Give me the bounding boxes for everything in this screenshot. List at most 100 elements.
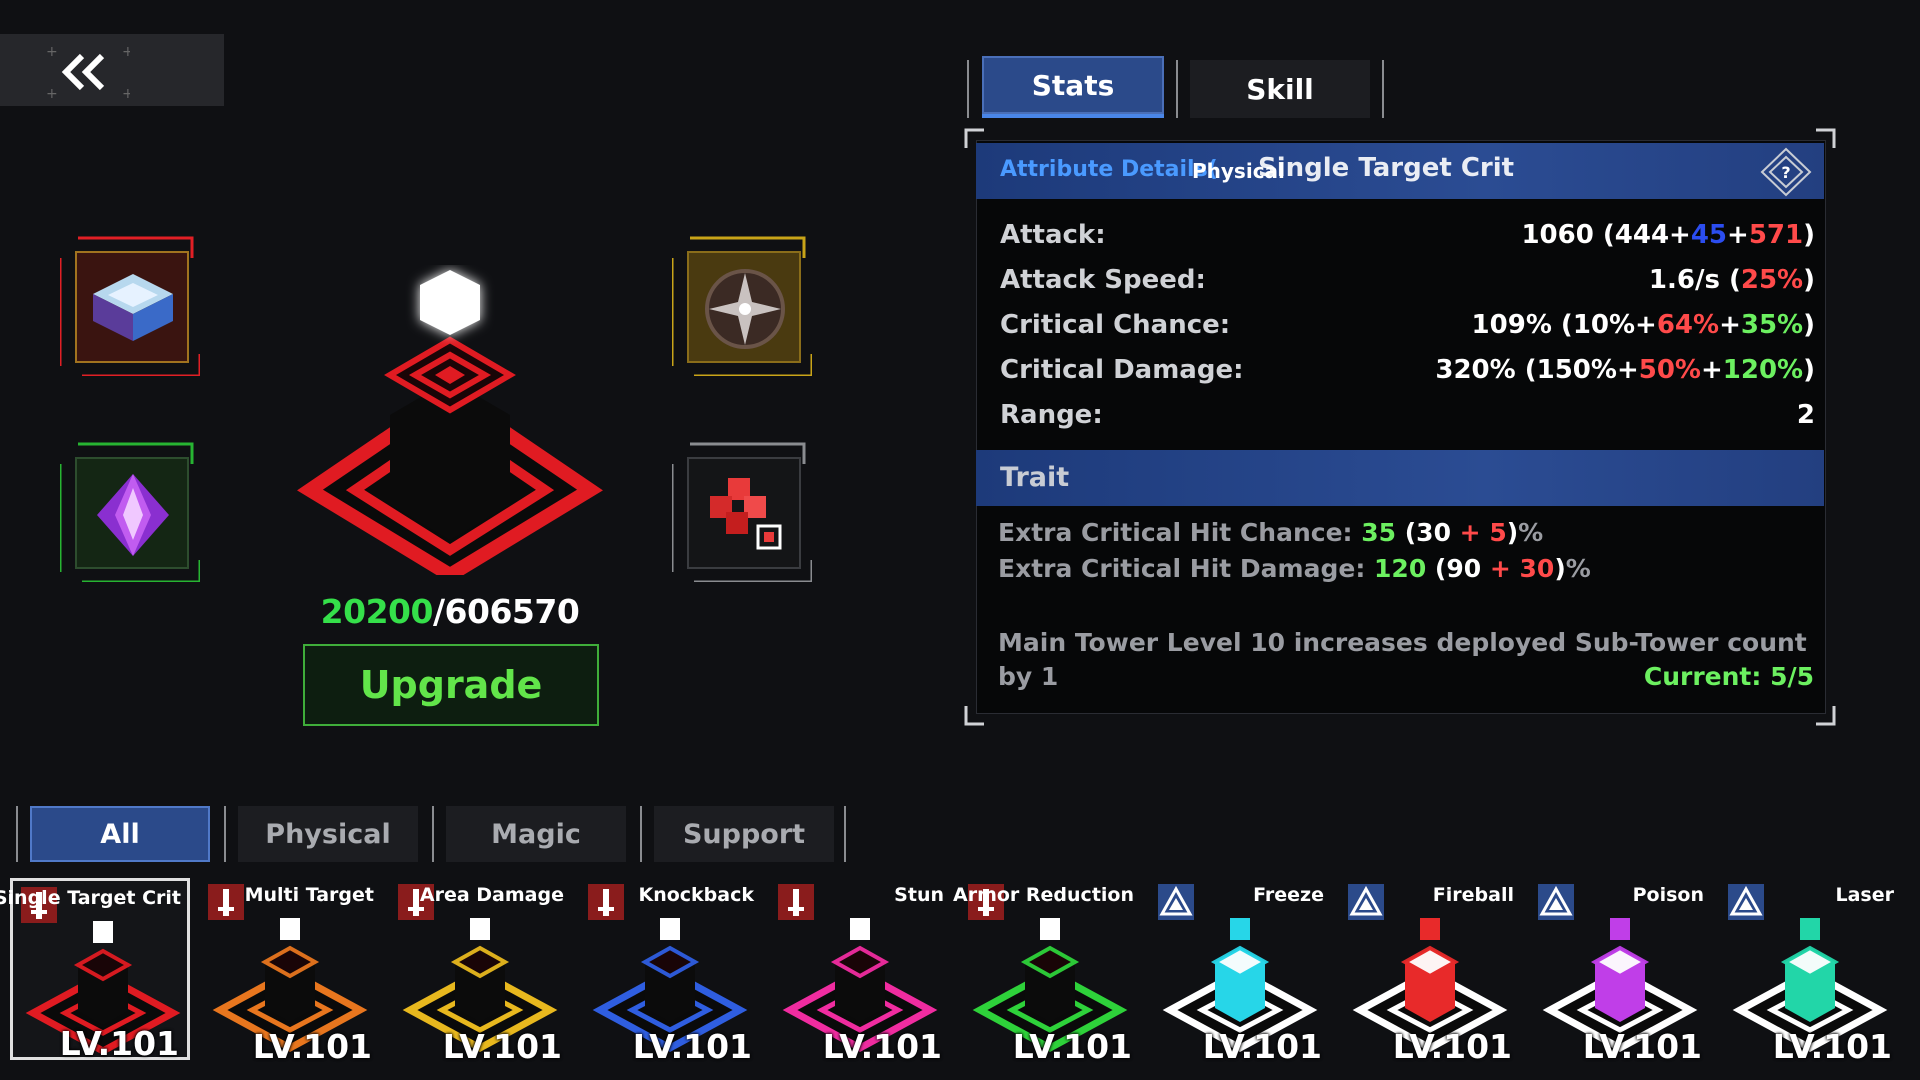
trait-paren: ( xyxy=(1396,518,1417,547)
tower-card-level: LV.101 xyxy=(632,1027,752,1066)
tower-card-name: Laser xyxy=(1835,884,1895,906)
blue-crystal-box-icon xyxy=(78,254,188,364)
tab-divider xyxy=(1176,60,1178,118)
svg-text:+: + xyxy=(46,44,58,60)
gear-slot-red-cubes[interactable] xyxy=(672,442,812,582)
stat-attack-plus: + xyxy=(1727,220,1749,250)
trait-plus: + xyxy=(1450,518,1490,547)
tower-card-level: LV.101 xyxy=(1202,1027,1322,1066)
stat-critical-chance-label: Critical Chance: xyxy=(1000,310,1231,340)
trait-description-line1: Main Tower Level 10 increases deployed S… xyxy=(998,628,1807,657)
attribute-header-title: Single Target Crit xyxy=(1258,153,1515,183)
tower-card[interactable]: Armor Reduction LV.101 xyxy=(953,878,1140,1066)
tower-card[interactable]: Laser LV.101 xyxy=(1720,878,1900,1066)
stat-attack-bonus2: 571 xyxy=(1748,220,1804,250)
upgrade-button[interactable]: Upgrade xyxy=(303,644,599,726)
back-button[interactable]: + + + + xyxy=(0,34,224,106)
trait-header-label: Trait xyxy=(1000,462,1070,493)
tower-card-level: LV.101 xyxy=(59,1024,179,1063)
trait-crit-damage: Extra Critical Hit Damage: 120 (90 + 30)… xyxy=(998,554,1591,583)
trait-paren: ) xyxy=(1554,554,1566,583)
tab-divider xyxy=(640,806,642,862)
experience-separator: / xyxy=(432,592,445,631)
single-target-crit-tower-icon xyxy=(297,270,603,575)
stat-critical-chance-total: 109% ( xyxy=(1471,310,1573,340)
stat-attack-label: Attack: xyxy=(1000,220,1106,250)
filter-tab-magic[interactable]: Magic xyxy=(446,806,626,862)
stat-range-value: 2 xyxy=(1796,400,1815,430)
trait-crit-damage-bonus: 30 xyxy=(1519,554,1555,583)
tower-card-level: LV.101 xyxy=(822,1027,942,1066)
gear-slot-blue-crystal[interactable] xyxy=(60,236,200,376)
filter-tab-physical[interactable]: Physical xyxy=(238,806,418,862)
svg-text:+: + xyxy=(122,44,130,60)
trait-plus: + xyxy=(1481,554,1520,583)
double-chevron-left-icon: + + + + xyxy=(46,44,130,102)
stat-attack-bonus1: 45 xyxy=(1690,220,1728,250)
tab-divider xyxy=(224,806,226,862)
stat-attack-speed-label: Attack Speed: xyxy=(1000,265,1206,295)
svg-text:?: ? xyxy=(1781,163,1790,182)
tab-divider xyxy=(844,806,846,862)
tab-stats[interactable]: Stats xyxy=(982,56,1164,114)
tower-card-name: Freeze xyxy=(1253,884,1324,906)
filter-tab-support[interactable]: Support xyxy=(654,806,834,862)
stat-critical-damage-plus: + xyxy=(1616,355,1639,385)
tower-card[interactable]: Area Damage LV.101 xyxy=(390,878,570,1066)
stat-critical-damage-close: ) xyxy=(1803,355,1815,385)
tower-card[interactable]: Knockback LV.101 xyxy=(580,878,760,1066)
trait-unit: % xyxy=(1518,518,1544,547)
trait-crit-chance: Extra Critical Hit Chance: 35 (30 + 5)% xyxy=(998,518,1543,547)
stat-critical-chance-plus: + xyxy=(1635,310,1657,340)
filter-tab-all[interactable]: All xyxy=(30,806,210,862)
tower-card-level: LV.101 xyxy=(1012,1027,1132,1066)
stat-critical-damage-base: 150% xyxy=(1536,355,1617,385)
stat-attack-base: 444 xyxy=(1614,220,1670,250)
tower-card-level: LV.101 xyxy=(1392,1027,1512,1066)
stat-critical-chance-plus: + xyxy=(1719,310,1741,340)
trait-crit-damage-total: 120 xyxy=(1374,554,1427,583)
tower-card[interactable]: Poison LV.101 xyxy=(1530,878,1710,1066)
stat-attack-speed-bonus: 25% xyxy=(1740,265,1804,295)
stat-critical-damage-bonus1: 50% xyxy=(1638,355,1701,385)
stat-range-label: Range: xyxy=(1000,400,1103,430)
tower-card[interactable]: Freeze LV.101 xyxy=(1150,878,1330,1066)
trait-crit-damage-base: 90 xyxy=(1446,554,1482,583)
tab-stats-underline xyxy=(982,114,1164,118)
trait-crit-chance-label: Extra Critical Hit Chance: xyxy=(998,518,1362,547)
tower-card-level: LV.101 xyxy=(252,1027,372,1066)
tower-card-level: LV.101 xyxy=(1772,1027,1892,1066)
stat-attack-speed-total: 1.6/s ( xyxy=(1648,265,1741,295)
tower-card-level: LV.101 xyxy=(442,1027,562,1066)
tower-card[interactable]: Stun LV.101 xyxy=(770,878,950,1066)
tab-divider xyxy=(432,806,434,862)
tower-card-level: LV.101 xyxy=(1582,1027,1702,1066)
tower-card-name: Multi Target xyxy=(244,884,374,906)
experience-counter: 20200/606570 xyxy=(300,592,600,631)
purple-gem-icon xyxy=(78,460,188,570)
tower-card[interactable]: Fireball LV.101 xyxy=(1340,878,1520,1066)
stat-attack-value: 1060 (444+45+571) xyxy=(1521,220,1815,250)
tower-card-name: Armor Reduction xyxy=(953,884,1134,906)
tower-card-name: Poison xyxy=(1632,884,1704,906)
trait-crit-chance-bonus: 5 xyxy=(1489,518,1507,547)
tower-card[interactable]: Multi Target LV.101 xyxy=(200,878,380,1066)
stat-attack-speed-close: ) xyxy=(1803,265,1815,295)
tower-card-name: Stun xyxy=(894,884,944,906)
tab-skill[interactable]: Skill xyxy=(1190,60,1370,118)
gear-slot-purple-gem[interactable] xyxy=(60,442,200,582)
svg-text:+: + xyxy=(122,86,130,102)
gear-slot-compass[interactable] xyxy=(672,236,812,376)
tower-card-name: Area Damage xyxy=(419,884,564,906)
help-diamond-icon[interactable]: ? xyxy=(1760,147,1812,197)
stat-critical-damage-value: 320% (150%+50%+120%) xyxy=(1435,355,1815,385)
trait-unit: % xyxy=(1565,554,1591,583)
tower-card[interactable]: Single Target Crit LV.101 xyxy=(0,878,190,1063)
stat-critical-chance-bonus1: 64% xyxy=(1656,310,1720,340)
stat-attack-close: ) xyxy=(1803,220,1815,250)
tower-card-list: Single Target Crit LV.101 Multi Target LV.1… xyxy=(0,878,1920,1080)
stat-critical-chance-value: 109% (10%+64%+35%) xyxy=(1472,310,1815,340)
tower-card-name: Fireball xyxy=(1432,884,1514,906)
tab-divider xyxy=(967,60,969,118)
stat-critical-chance-base: 10% xyxy=(1572,310,1636,340)
